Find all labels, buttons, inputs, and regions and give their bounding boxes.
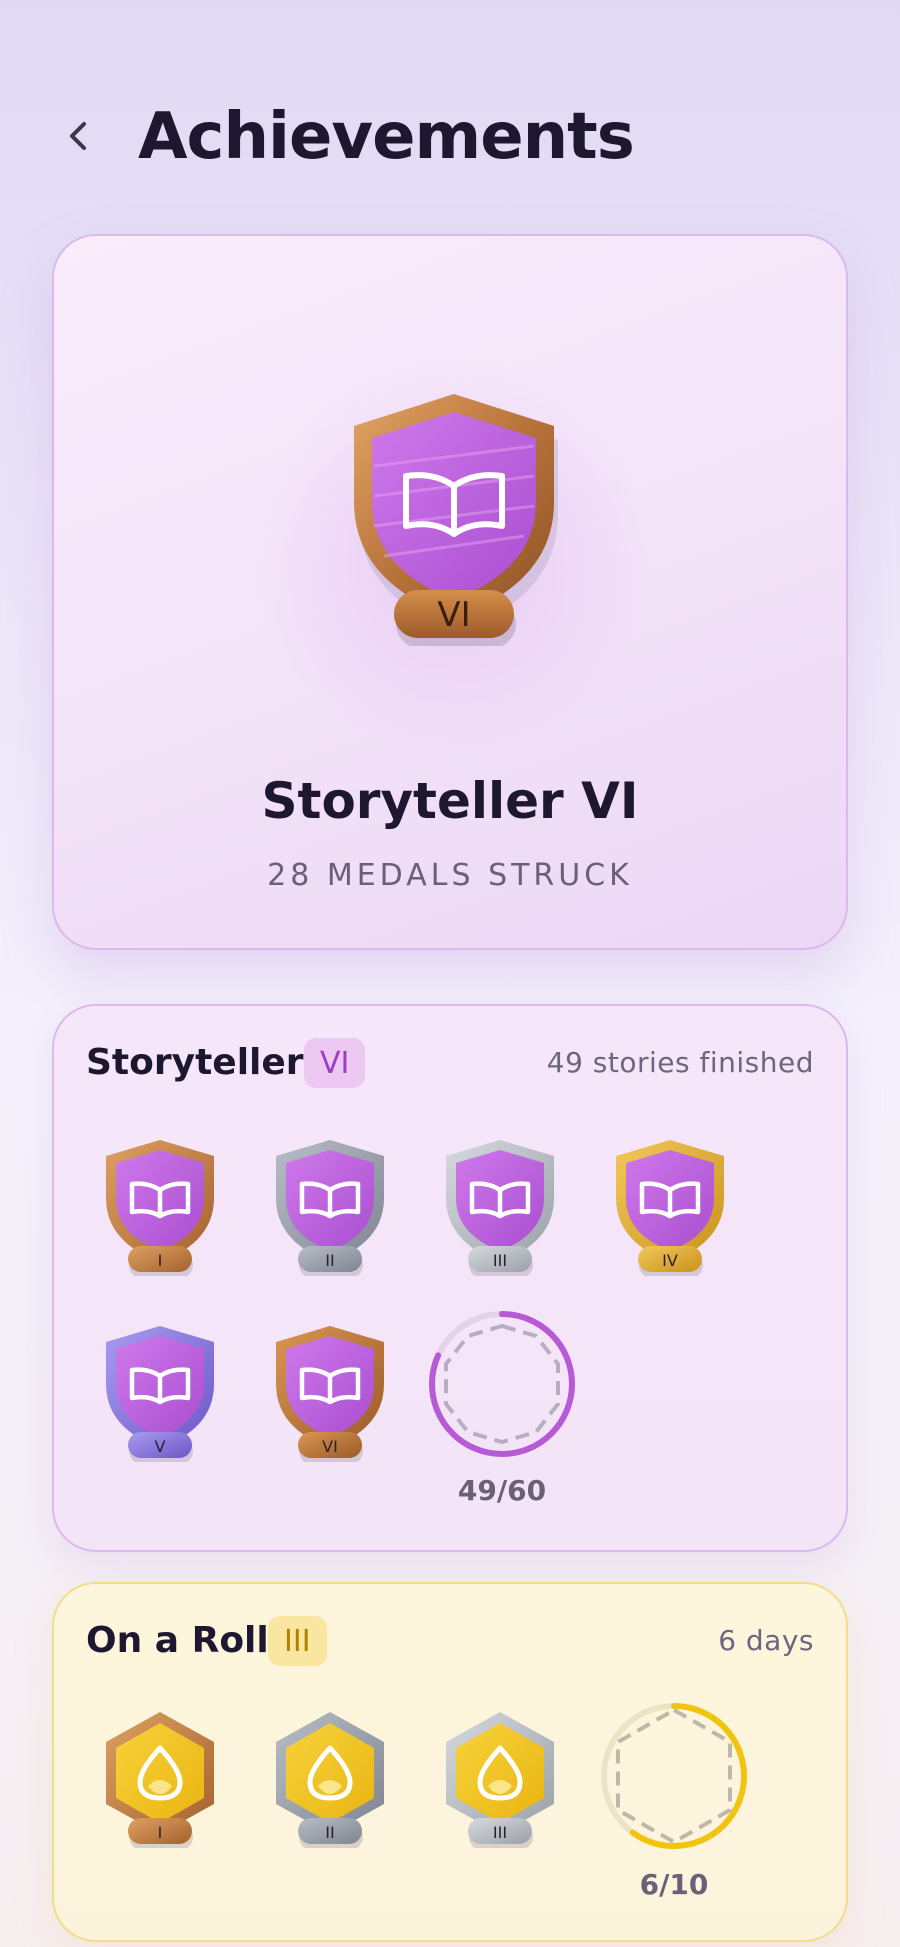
medal-tier-label: I xyxy=(158,1823,163,1842)
on-a-roll-tier-badge: III xyxy=(268,1616,327,1666)
chevron-left-icon xyxy=(70,122,86,150)
medal-tier-label: II xyxy=(325,1251,334,1270)
featured-medal: VI xyxy=(354,394,558,646)
medal-tier-label: III xyxy=(493,1823,507,1842)
medal-tier-2[interactable]: II xyxy=(270,1708,390,1848)
storyteller-next-medal-progress xyxy=(429,1311,575,1457)
medal-tier-2[interactable]: II xyxy=(270,1136,390,1276)
storyteller-title: Storyteller xyxy=(86,1042,304,1083)
medal-tier-5[interactable]: V xyxy=(100,1322,220,1462)
on-a-roll-meta: 6 days xyxy=(718,1624,814,1657)
on-a-roll-title: On a Roll xyxy=(86,1620,269,1661)
storyteller-tier-badge: VI xyxy=(304,1038,366,1088)
header: Achievements xyxy=(0,92,900,192)
medal-tier-label: III xyxy=(493,1251,507,1270)
achievement-title: Storyteller VI xyxy=(261,772,639,830)
medal-tier-label: I xyxy=(158,1251,163,1270)
medal-tier-1[interactable]: I xyxy=(100,1136,220,1276)
on-a-roll-next-medal-progress xyxy=(601,1703,747,1849)
medals-struck-count: 28 MEDALS STRUCK xyxy=(267,858,633,893)
featured-achievement-card[interactable]: VI Storyteller VI 28 MEDALS STRUCK xyxy=(52,234,848,950)
storyteller-progress-label: 49/60 xyxy=(457,1474,547,1507)
medal-tier-label: VI xyxy=(322,1437,338,1456)
medal-tier-1[interactable]: I xyxy=(100,1708,220,1848)
storyteller-meta: 49 stories finished xyxy=(546,1046,814,1079)
on-a-roll-progress-label: 6/10 xyxy=(639,1868,709,1901)
medal-tier-label: II xyxy=(325,1823,334,1842)
on-a-roll-card[interactable]: On a Roll III 6 days I II III 6/10 xyxy=(52,1582,848,1942)
medal-tier-label: IV xyxy=(662,1251,678,1270)
back-button[interactable] xyxy=(58,112,98,160)
medal-tier-3[interactable]: III xyxy=(440,1136,560,1276)
medal-tier-6[interactable]: VI xyxy=(270,1322,390,1462)
medal-tier-4[interactable]: IV xyxy=(610,1136,730,1276)
medal-tier-label: VI xyxy=(437,595,470,635)
page-title: Achievements xyxy=(138,100,635,174)
storyteller-card[interactable]: Storyteller VI 49 stories finished I II … xyxy=(52,1004,848,1552)
medal-tier-label: V xyxy=(155,1437,166,1456)
medal-tier-3[interactable]: III xyxy=(440,1708,560,1848)
